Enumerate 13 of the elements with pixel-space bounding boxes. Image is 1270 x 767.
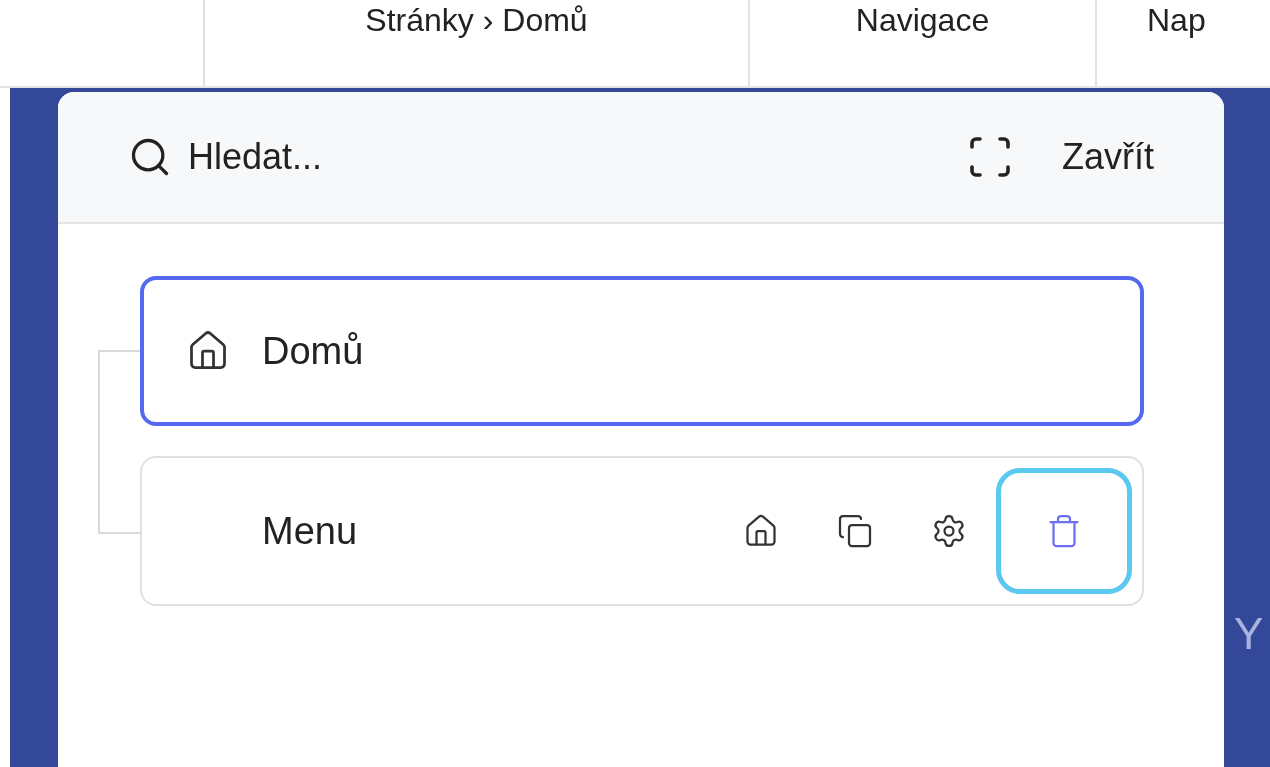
column-heading[interactable]: Nap — [1147, 4, 1206, 86]
item-label: Domů — [262, 328, 365, 374]
copy-icon — [837, 513, 873, 549]
tree-item[interactable]: Menu — [140, 456, 1144, 606]
background-heading: Y — [1234, 612, 1264, 656]
settings-icon — [931, 513, 967, 549]
search-bar[interactable]: Hledat... Zavřít — [58, 92, 1224, 224]
column-heading[interactable]: Navigace — [855, 4, 990, 86]
item-label: Menu — [262, 508, 359, 554]
close-button[interactable]: Zavřít — [1062, 130, 1154, 184]
column-heading[interactable]: Stránky › Domů — [365, 4, 588, 86]
home-icon — [743, 513, 779, 549]
tree-item[interactable]: Domů — [140, 276, 1144, 426]
